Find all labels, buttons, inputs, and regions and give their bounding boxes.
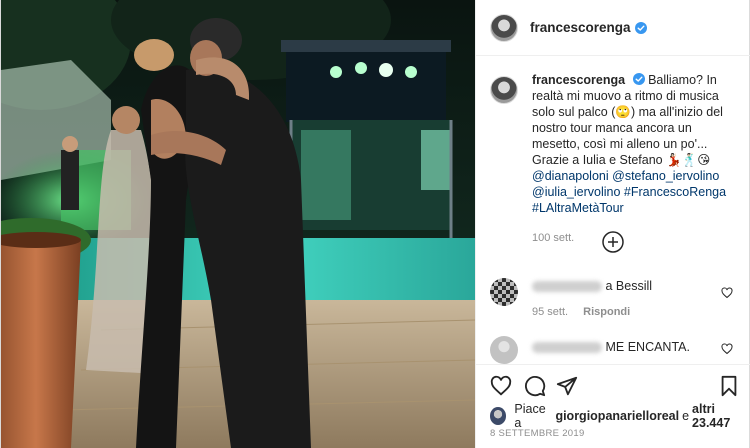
caption: francescorenga Balliamo? In realtà mi mu…	[490, 72, 740, 246]
likes-middle: e	[682, 409, 690, 423]
comment-visible-name: a Bessill	[605, 279, 653, 293]
post-header: francescorenga	[476, 0, 750, 56]
paper-plane-icon[interactable]	[556, 375, 578, 397]
author-avatar[interactable]	[490, 13, 518, 42]
instagram-post: francescorenga francescorenga Balliamo? …	[0, 0, 750, 448]
likes-prefix: Piace a	[514, 402, 546, 430]
action-bar	[476, 364, 750, 400]
author-username[interactable]: francescorenga	[530, 20, 631, 35]
post-photo[interactable]	[1, 0, 475, 448]
likes-summary: Piace a giorgiopanarielloreal e altri 23…	[490, 402, 750, 430]
liker-username[interactable]: giorgiopanarielloreal	[555, 409, 679, 423]
heart-icon[interactable]	[721, 343, 733, 355]
mention-link[interactable]: @stefano_iervolino	[612, 169, 719, 183]
mention-link[interactable]: @iulia_iervolino	[532, 185, 620, 199]
caption-username[interactable]: francescorenga	[532, 73, 625, 87]
heart-icon[interactable]	[490, 375, 512, 397]
bookmark-icon[interactable]	[718, 375, 740, 397]
comment-item: ME ENCANTA.	[490, 336, 740, 364]
comment-icon[interactable]	[524, 375, 546, 397]
comment-text: ME ENCANTA.	[605, 340, 690, 354]
caption-timestamp[interactable]: 100 sett.	[532, 230, 740, 246]
post-side-panel: francescorenga francescorenga Balliamo? …	[475, 0, 750, 448]
comment-body: a Bessill 95 sett. Rispondi	[532, 278, 702, 320]
caption-emoji-eyeroll: 🙄	[615, 105, 631, 119]
blurred-username	[532, 342, 602, 354]
heart-icon[interactable]	[721, 287, 733, 299]
comment-avatar[interactable]	[490, 336, 518, 364]
caption-body: francescorenga Balliamo? In realtà mi mu…	[532, 72, 740, 246]
comment-item: a Bessill 95 sett. Rispondi	[490, 278, 740, 320]
likes-others-link[interactable]: altri 23.447	[692, 402, 750, 430]
dance-photo-image	[1, 0, 475, 448]
comment-meta: 95 sett. Rispondi	[532, 304, 702, 320]
blurred-username	[532, 281, 602, 293]
caption-emojis: 💃🏻🕺🏻😘	[666, 153, 711, 167]
liker-avatar[interactable]	[490, 407, 507, 425]
mention-link[interactable]: @dianapoloni	[532, 169, 609, 183]
hashtag-link[interactable]: #FrancescoRenga	[624, 185, 726, 199]
hashtag-link[interactable]: #LAltraMetàTour	[532, 201, 624, 215]
comment-time[interactable]: 95 sett.	[532, 306, 568, 318]
comment-avatar[interactable]	[490, 278, 518, 306]
reply-button[interactable]: Rispondi	[583, 306, 630, 318]
post-date[interactable]: 8 SETTEMBRE 2019	[490, 428, 585, 439]
caption-avatar[interactable]	[490, 76, 518, 104]
plus-circle-icon[interactable]	[602, 231, 624, 253]
comment-body: ME ENCANTA.	[532, 336, 702, 355]
verified-badge-icon	[634, 21, 647, 34]
verified-badge-icon	[632, 73, 645, 85]
